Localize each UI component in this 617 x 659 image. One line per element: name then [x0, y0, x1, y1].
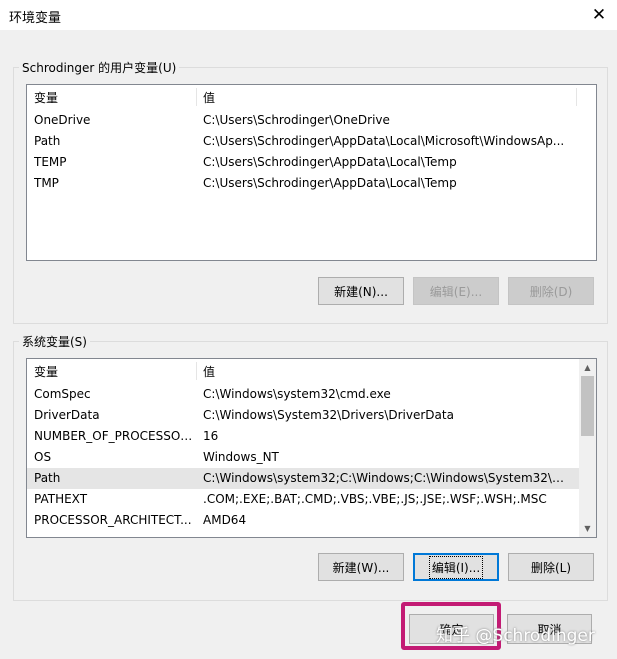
table-row[interactable]: TMP C:\Users\Schrodinger\AppData\Local\Te… — [27, 173, 596, 194]
variable-name-cell: OneDrive — [34, 113, 91, 127]
watermark: 知乎 @Schrodinger — [436, 626, 595, 646]
variable-value-cell: C:\Users\Schrodinger\AppData\Local\Micro… — [203, 134, 565, 148]
table-row[interactable]: OneDrive C:\Users\Schrodinger\OneDrive — [27, 110, 596, 131]
scrollbar-thumb[interactable] — [581, 376, 594, 436]
column-header-value[interactable]: 值 — [203, 363, 215, 380]
variable-name-cell: PROCESSOR_ARCHITECT... — [34, 513, 192, 527]
variable-value-cell: C:\Users\Schrodinger\OneDrive — [203, 113, 390, 127]
user-edit-button: 编辑(E)... — [413, 277, 499, 305]
variable-value-cell: .COM;.EXE;.BAT;.CMD;.VBS;.VBE;.JS;.JSE;.… — [203, 492, 547, 506]
variable-value-cell: C:\Users\Schrodinger\AppData\Local\Temp — [203, 176, 457, 190]
variable-value-cell: C:\Users\Schrodinger\AppData\Local\Temp — [203, 155, 457, 169]
variable-value-cell: Windows_NT — [203, 450, 279, 464]
user-delete-button: 删除(D) — [508, 277, 594, 305]
column-divider[interactable] — [196, 88, 197, 106]
scroll-up-icon[interactable]: ▲ — [579, 359, 596, 376]
table-row[interactable]: Path C:\Windows\system32;C:\Windows;C:\Wi… — [27, 468, 579, 489]
close-icon[interactable]: ✕ — [581, 0, 617, 30]
system-vars-label: 系统变量(S) — [19, 333, 90, 350]
column-divider[interactable] — [576, 88, 577, 106]
variable-name-cell: TMP — [34, 176, 59, 190]
scroll-down-icon[interactable]: ▼ — [579, 520, 596, 537]
system-delete-button[interactable]: 删除(L) — [508, 553, 594, 581]
variable-name-cell: OS — [34, 450, 52, 464]
variable-name-cell: Path — [34, 134, 61, 148]
variable-value-cell: C:\Windows\system32\cmd.exe — [203, 387, 391, 401]
variable-name-cell: NUMBER_OF_PROCESSORS — [34, 429, 196, 443]
variable-name-cell: DriverData — [34, 408, 100, 422]
user-vars-label: Schrodinger 的用户变量(U) — [19, 59, 180, 76]
system-edit-button[interactable]: 编辑(I)... — [413, 553, 499, 581]
table-row[interactable]: DriverData C:\Windows\System32\Drivers\Dr… — [27, 405, 579, 426]
variable-value-cell: 16 — [203, 429, 219, 443]
user-edit-label: 编辑(E)... — [429, 284, 483, 299]
system-new-button[interactable]: 新建(W)... — [318, 553, 404, 581]
column-divider[interactable] — [196, 362, 197, 380]
variable-name-cell: ComSpec — [34, 387, 91, 401]
column-header-variable[interactable]: 变量 — [34, 363, 58, 380]
variable-name-cell: PATHEXT — [34, 492, 88, 506]
list-header: 变量 值 — [27, 85, 596, 107]
table-row[interactable]: Path C:\Users\Schrodinger\AppData\Local\M… — [27, 131, 596, 152]
system-vars-list[interactable]: 变量 值 ▲ ▼ ComSpec C:\Windows\system32\cmd.… — [26, 358, 597, 538]
system-new-label: 新建(W)... — [332, 560, 390, 575]
column-header-value[interactable]: 值 — [203, 89, 215, 106]
column-header-variable[interactable]: 变量 — [34, 89, 58, 106]
user-new-button[interactable]: 新建(N)... — [318, 277, 404, 305]
table-row[interactable]: TEMP C:\Users\Schrodinger\AppData\Local\T… — [27, 152, 596, 173]
table-row[interactable]: NUMBER_OF_PROCESSORS 16 — [27, 426, 579, 447]
system-delete-label: 删除(L) — [530, 560, 572, 575]
table-row[interactable]: ComSpec C:\Windows\system32\cmd.exe — [27, 384, 579, 405]
table-row[interactable]: PATHEXT .COM;.EXE;.BAT;.CMD;.VBS;.VBE;.JS… — [27, 489, 579, 510]
list-header: 变量 值 — [27, 359, 579, 381]
table-row[interactable]: PROCESSOR_ARCHITECT... AMD64 — [27, 510, 579, 531]
system-edit-label: 编辑(I)... — [428, 555, 484, 579]
variable-value-cell: AMD64 — [203, 513, 247, 527]
user-delete-label: 删除(D) — [529, 284, 573, 299]
window-title: 环境变量 — [9, 11, 62, 26]
variable-value-cell: C:\Windows\system32;C:\Windows;C:\Window… — [203, 471, 575, 485]
table-row[interactable]: OS Windows_NT — [27, 447, 579, 468]
variable-name-cell: Path — [34, 471, 61, 485]
variable-value-cell: C:\Windows\System32\Drivers\DriverData — [203, 408, 454, 422]
user-vars-list[interactable]: 变量 值 OneDrive C:\Users\Schrodinger\OneDri… — [26, 84, 597, 261]
variable-name-cell: TEMP — [34, 155, 67, 169]
user-new-label: 新建(N)... — [334, 284, 388, 299]
title-bar: 环境变量 ✕ — [0, 0, 617, 30]
vertical-scrollbar[interactable]: ▲ ▼ — [579, 359, 596, 537]
